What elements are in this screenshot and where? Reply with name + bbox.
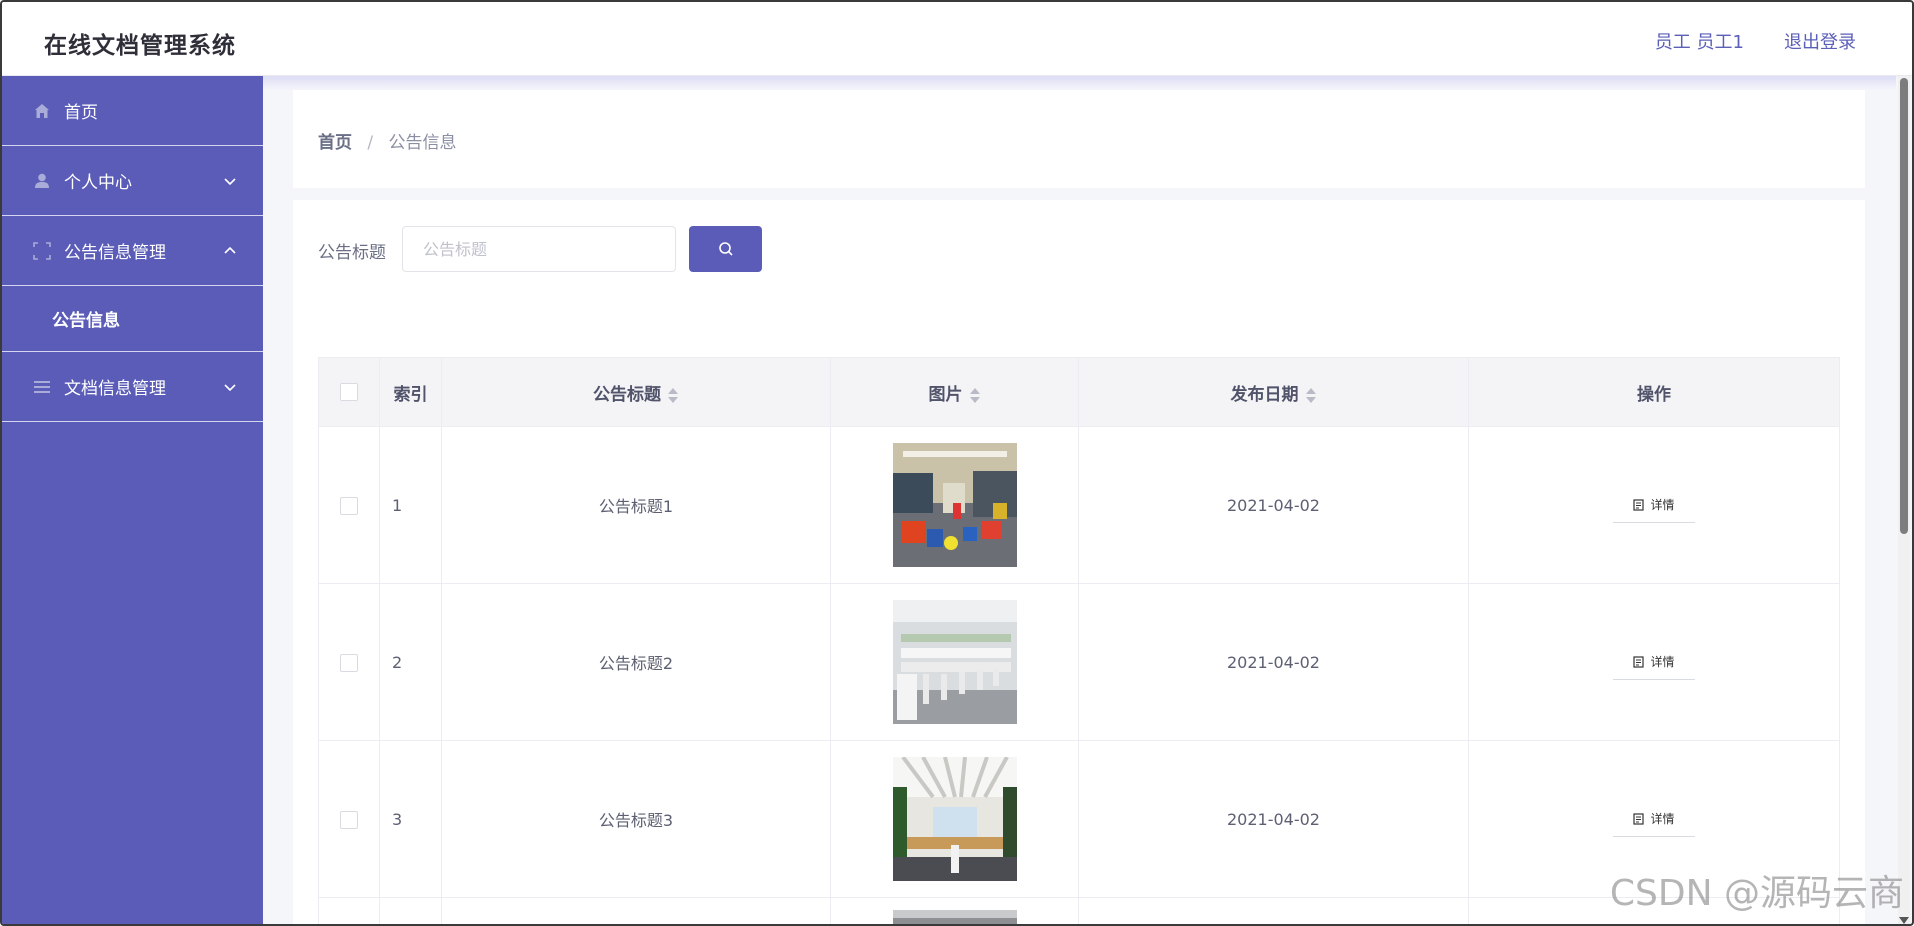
top-header: 在线文档管理系统 员工 员工1 退出登录: [2, 2, 1912, 76]
sort-icon[interactable]: [667, 386, 679, 404]
search-icon: [718, 242, 733, 256]
row-image-cell: [830, 897, 1079, 924]
document-icon: [1633, 655, 1645, 668]
column-header-date[interactable]: 发布日期: [1078, 357, 1469, 427]
document-icon: [1633, 498, 1645, 511]
row-checkbox[interactable]: [340, 653, 358, 672]
document-icon: [1633, 812, 1645, 825]
row-select-cell: [318, 426, 380, 584]
page-scrollbar[interactable]: [1898, 76, 1910, 924]
row-select-cell: [318, 897, 380, 924]
breadcrumb: 首页 / 公告信息: [318, 128, 457, 153]
office-photo-image: [892, 757, 1017, 881]
row-title: 公告标题2: [441, 583, 831, 741]
column-header-title[interactable]: 公告标题: [441, 357, 831, 427]
chevron-up-icon: [224, 246, 236, 254]
row-date: 2021-04-02: [1078, 740, 1469, 898]
chevron-down-icon: [224, 384, 236, 392]
row-index: 2: [379, 583, 442, 741]
column-header-label: 图片: [928, 384, 963, 405]
announcement-icon: [32, 241, 52, 261]
breadcrumb-current: 公告信息: [388, 133, 457, 153]
watermark: CSDN @源码云商: [1609, 873, 1904, 914]
scroll-down-arrow-icon[interactable]: [1899, 917, 1909, 924]
sidebar-item-label: 文档信息管理: [64, 379, 166, 399]
app-title: 在线文档管理系统: [44, 33, 236, 59]
table-row: 2 公告标题2 2021-04-02 详情: [318, 583, 1840, 741]
user-icon: [32, 171, 52, 191]
sidebar-item-label: 公告信息管理: [64, 243, 166, 263]
column-header-label: 公告标题: [593, 384, 661, 405]
breadcrumb-separator: /: [367, 133, 374, 153]
row-image-cell: [830, 426, 1079, 584]
row-index: 3: [379, 740, 442, 898]
detail-label: 详情: [1650, 812, 1675, 826]
table-row: 1 公告标题1 2021-04-02 详情: [318, 426, 1840, 584]
detail-label: 详情: [1650, 498, 1675, 512]
sidebar-item-label: 首页: [64, 103, 98, 123]
office-photo-image: [892, 910, 1017, 924]
list-icon: [32, 377, 52, 397]
select-all-cell: [318, 357, 380, 427]
logout-link[interactable]: 退出登录: [1784, 28, 1856, 54]
sidebar-item-label: 个人中心: [64, 173, 132, 193]
breadcrumb-home[interactable]: 首页: [318, 133, 352, 153]
select-all-checkbox[interactable]: [340, 383, 358, 401]
row-checkbox[interactable]: [340, 496, 358, 515]
row-title-empty: [441, 897, 831, 924]
detail-button[interactable]: 详情: [1613, 644, 1695, 680]
row-date: 2021-04-02: [1078, 583, 1469, 741]
sidebar-subitem-announcement[interactable]: 公告信息: [2, 286, 263, 352]
main-card: 公告标题 索引 公告标题 图片 发布日期 操作 1 公告标题1: [293, 200, 1865, 924]
announcement-table: 索引 公告标题 图片 发布日期 操作 1 公告标题1 2021-04-02 详情…: [318, 357, 1840, 924]
current-user: 员工 员工1: [1654, 32, 1744, 53]
content-top-shadow: [263, 76, 1896, 90]
row-title: 公告标题3: [441, 740, 831, 898]
column-header-label: 索引: [393, 384, 428, 405]
row-date-empty: [1078, 897, 1469, 924]
detail-button[interactable]: 详情: [1613, 801, 1695, 837]
detail-button[interactable]: 详情: [1613, 487, 1695, 523]
sort-icon[interactable]: [1305, 386, 1317, 404]
breadcrumb-card: 首页 / 公告信息: [293, 90, 1865, 188]
sort-icon[interactable]: [969, 386, 981, 404]
office-photo-image: [892, 600, 1017, 724]
sidebar-item-home[interactable]: 首页: [2, 76, 263, 146]
search-input[interactable]: [402, 226, 676, 272]
column-header-label: 操作: [1637, 384, 1671, 405]
row-title: 公告标题1: [441, 426, 831, 584]
search-button[interactable]: [689, 226, 762, 272]
sidebar-item-announcement-mgmt[interactable]: 公告信息管理: [2, 216, 263, 286]
column-header-actions: 操作: [1468, 357, 1840, 427]
search-label: 公告标题: [318, 243, 386, 263]
row-actions-cell: 详情: [1468, 583, 1840, 741]
chevron-down-icon: [224, 178, 236, 186]
app-frame: 在线文档管理系统 员工 员工1 退出登录 首页 个人中心 公告信息管理 公告信息: [0, 0, 1914, 926]
row-select-cell: [318, 583, 380, 741]
row-checkbox[interactable]: [340, 810, 358, 829]
table-header-row: 索引 公告标题 图片 发布日期 操作: [318, 357, 1840, 427]
row-image-cell: [830, 583, 1079, 741]
office-photo-image: [892, 443, 1017, 567]
row-actions-cell: 详情: [1468, 426, 1840, 584]
scrollbar-thumb[interactable]: [1900, 78, 1908, 534]
sidebar-item-document-mgmt[interactable]: 文档信息管理: [2, 352, 263, 422]
sidebar: 首页 个人中心 公告信息管理 公告信息 文档信息管理: [2, 76, 263, 924]
row-date: 2021-04-02: [1078, 426, 1469, 584]
column-header-index: 索引: [379, 357, 442, 427]
row-image-cell: [830, 740, 1079, 898]
home-icon: [32, 101, 52, 121]
row-select-cell: [318, 740, 380, 898]
column-header-label: 发布日期: [1230, 384, 1299, 405]
column-header-image[interactable]: 图片: [830, 357, 1079, 427]
sidebar-item-profile[interactable]: 个人中心: [2, 146, 263, 216]
row-index-empty: [379, 897, 442, 924]
detail-label: 详情: [1650, 655, 1675, 669]
row-index: 1: [379, 426, 442, 584]
